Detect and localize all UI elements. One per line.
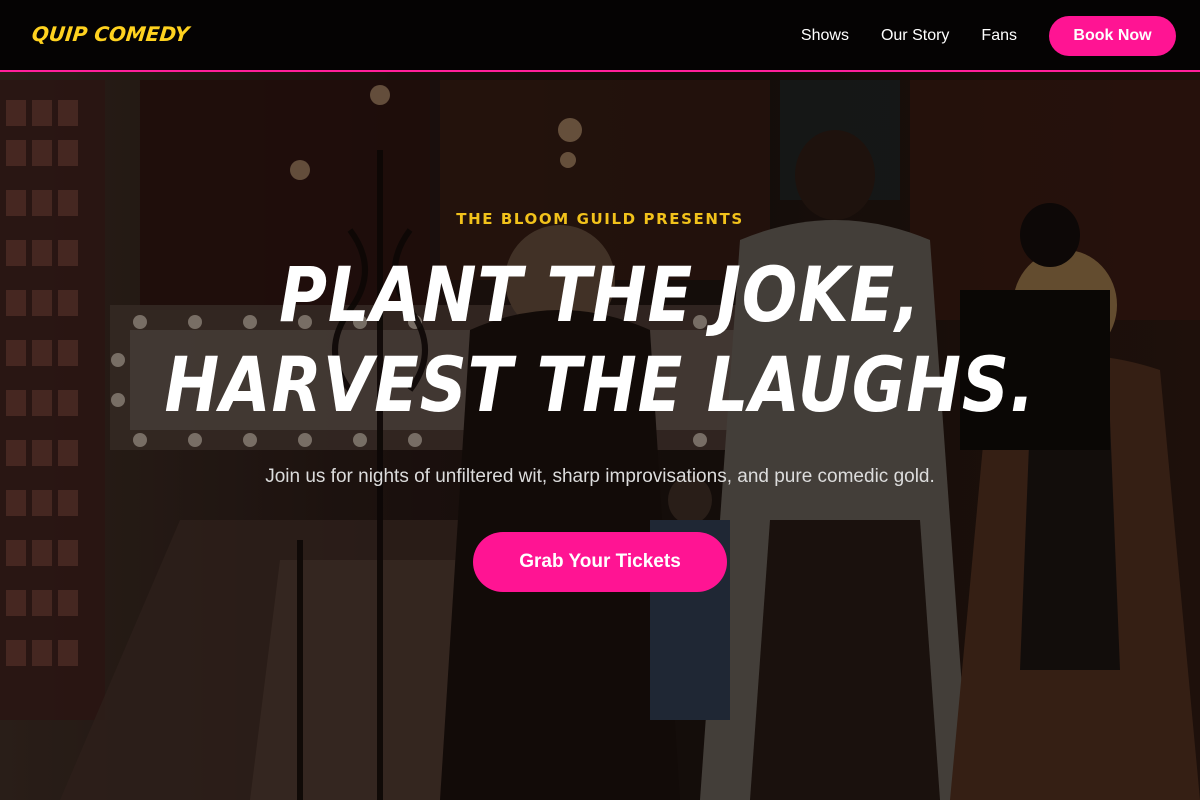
site-logo[interactable]: QUIP COMEDY xyxy=(31,22,191,46)
book-now-button[interactable]: Book Now xyxy=(1049,16,1176,56)
main-nav: Shows Our Story Fans Book Now xyxy=(801,16,1176,56)
hero-headline-line-2: HARVEST THE LAUGHS. xyxy=(164,340,1036,429)
nav-link-fans[interactable]: Fans xyxy=(981,27,1017,45)
hero-section: THE BLOOM GUILD PRESENTS PLANT THE JOKE,… xyxy=(0,72,1200,800)
hero-headline-line-1: PLANT THE JOKE, xyxy=(279,250,921,339)
nav-link-shows[interactable]: Shows xyxy=(801,27,849,45)
hero-eyebrow: THE BLOOM GUILD PRESENTS xyxy=(456,210,744,228)
hero-headline: PLANT THE JOKE, HARVEST THE LAUGHS. xyxy=(0,250,1200,430)
page: QUIP COMEDY Shows Our Story Fans Book No… xyxy=(0,0,1200,800)
grab-tickets-button[interactable]: Grab Your Tickets xyxy=(473,532,727,592)
hero-subtitle: Join us for nights of unfiltered wit, sh… xyxy=(265,466,935,487)
nav-link-our-story[interactable]: Our Story xyxy=(881,27,949,45)
site-header: QUIP COMEDY Shows Our Story Fans Book No… xyxy=(0,0,1200,72)
